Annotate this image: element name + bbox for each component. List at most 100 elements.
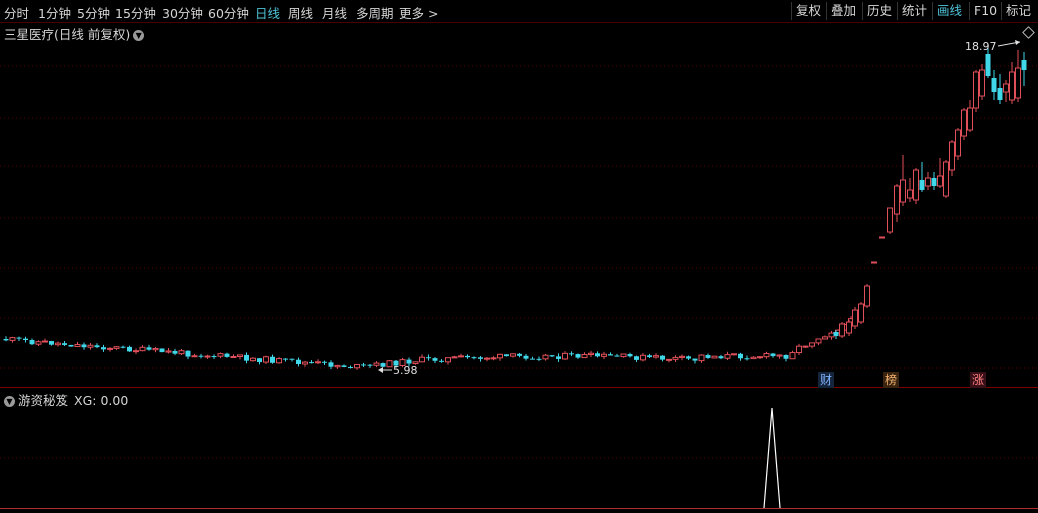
candlestick bbox=[588, 350, 594, 358]
candlestick bbox=[432, 357, 438, 364]
candle-body bbox=[315, 361, 321, 364]
candle-body bbox=[471, 357, 477, 359]
candle-body bbox=[846, 321, 852, 334]
candlestick bbox=[542, 353, 549, 361]
candlestick bbox=[828, 330, 835, 340]
candlestick bbox=[776, 354, 783, 359]
candlestick bbox=[666, 358, 672, 363]
high-price-label: 18.97 bbox=[965, 40, 997, 53]
candle-body bbox=[985, 54, 991, 76]
candle-body bbox=[776, 354, 783, 357]
candlestick bbox=[289, 358, 295, 362]
candle-body bbox=[833, 332, 839, 336]
candle-body bbox=[127, 346, 132, 352]
candlestick bbox=[620, 353, 627, 358]
candle-body bbox=[711, 355, 718, 359]
candle-body bbox=[894, 185, 900, 215]
candle-body bbox=[270, 356, 275, 363]
candle-body bbox=[94, 345, 100, 348]
candlestick bbox=[802, 345, 809, 348]
candle-body bbox=[55, 342, 61, 346]
candle-body bbox=[191, 355, 198, 358]
candlestick bbox=[789, 350, 796, 360]
candle-body bbox=[887, 207, 893, 233]
candlestick bbox=[698, 354, 705, 363]
candle-body bbox=[341, 365, 347, 367]
candle-body bbox=[276, 358, 282, 364]
candle-body bbox=[62, 343, 67, 345]
candlestick bbox=[581, 352, 588, 359]
candle-body bbox=[133, 350, 139, 353]
candlestick bbox=[967, 100, 973, 132]
candle-body bbox=[35, 341, 42, 345]
candle-body bbox=[672, 356, 679, 360]
candlestick bbox=[334, 364, 341, 369]
candle-body bbox=[900, 179, 906, 203]
candle-body bbox=[556, 356, 561, 359]
candlestick bbox=[445, 357, 451, 365]
candle-body bbox=[802, 345, 809, 348]
candle-body bbox=[961, 109, 967, 137]
candle-body bbox=[87, 344, 94, 348]
candlestick bbox=[380, 362, 386, 368]
candlestick bbox=[465, 354, 470, 359]
candle-body bbox=[367, 364, 373, 366]
chevron-down-icon[interactable]: ▼ bbox=[4, 396, 15, 407]
candle-body bbox=[451, 356, 458, 359]
candlestick bbox=[478, 355, 483, 362]
candle-body bbox=[653, 355, 659, 358]
candle-body bbox=[724, 354, 731, 359]
candlestick bbox=[595, 351, 600, 358]
event-tag-ranking[interactable]: 榜 bbox=[883, 372, 899, 388]
candlestick bbox=[159, 348, 165, 353]
candlestick bbox=[107, 346, 113, 352]
candlestick bbox=[536, 356, 542, 362]
candlestick bbox=[815, 338, 822, 346]
candle-body bbox=[738, 353, 743, 359]
candle-body bbox=[783, 355, 789, 359]
candlestick bbox=[973, 70, 979, 112]
candle-body bbox=[595, 353, 600, 357]
candlestick bbox=[87, 342, 94, 350]
candlestick bbox=[556, 353, 561, 362]
candle-body bbox=[997, 88, 1003, 100]
candle-body bbox=[575, 354, 581, 358]
candlestick bbox=[796, 343, 802, 355]
candle-body bbox=[731, 353, 737, 356]
candlestick bbox=[101, 344, 106, 352]
candle-body bbox=[1009, 71, 1015, 101]
candle-body bbox=[919, 180, 925, 190]
candle-body bbox=[406, 359, 412, 364]
candlestick bbox=[165, 348, 172, 354]
candle-body bbox=[426, 357, 431, 359]
candle-body bbox=[9, 337, 16, 341]
event-tag-limit-up[interactable]: 涨 bbox=[970, 372, 986, 388]
kline-chart[interactable]: 18.97 5.98 bbox=[0, 0, 1038, 513]
candlestick bbox=[1003, 80, 1009, 102]
candlestick bbox=[809, 342, 815, 349]
candlestick bbox=[887, 207, 893, 234]
candle-body bbox=[979, 69, 985, 97]
candle-body bbox=[698, 354, 705, 362]
candlestick bbox=[296, 357, 301, 367]
candle-body bbox=[198, 355, 204, 357]
candle-body bbox=[230, 356, 237, 359]
candlestick bbox=[9, 336, 16, 343]
candle-body bbox=[973, 71, 979, 109]
candlestick bbox=[172, 348, 178, 356]
candlestick bbox=[74, 341, 81, 348]
candlestick bbox=[864, 284, 870, 308]
candlestick bbox=[614, 353, 620, 357]
event-tag-finance[interactable]: 财 bbox=[818, 372, 834, 388]
candlestick bbox=[373, 361, 380, 368]
candlestick bbox=[16, 336, 22, 342]
candle-body bbox=[185, 350, 191, 357]
candlestick bbox=[29, 338, 35, 346]
candlestick bbox=[647, 353, 652, 358]
candle-body bbox=[120, 346, 126, 348]
candlestick bbox=[152, 347, 159, 353]
candle-body bbox=[250, 357, 256, 362]
candle-body bbox=[666, 358, 672, 361]
candle-body bbox=[686, 356, 691, 359]
candle-body bbox=[146, 347, 152, 350]
